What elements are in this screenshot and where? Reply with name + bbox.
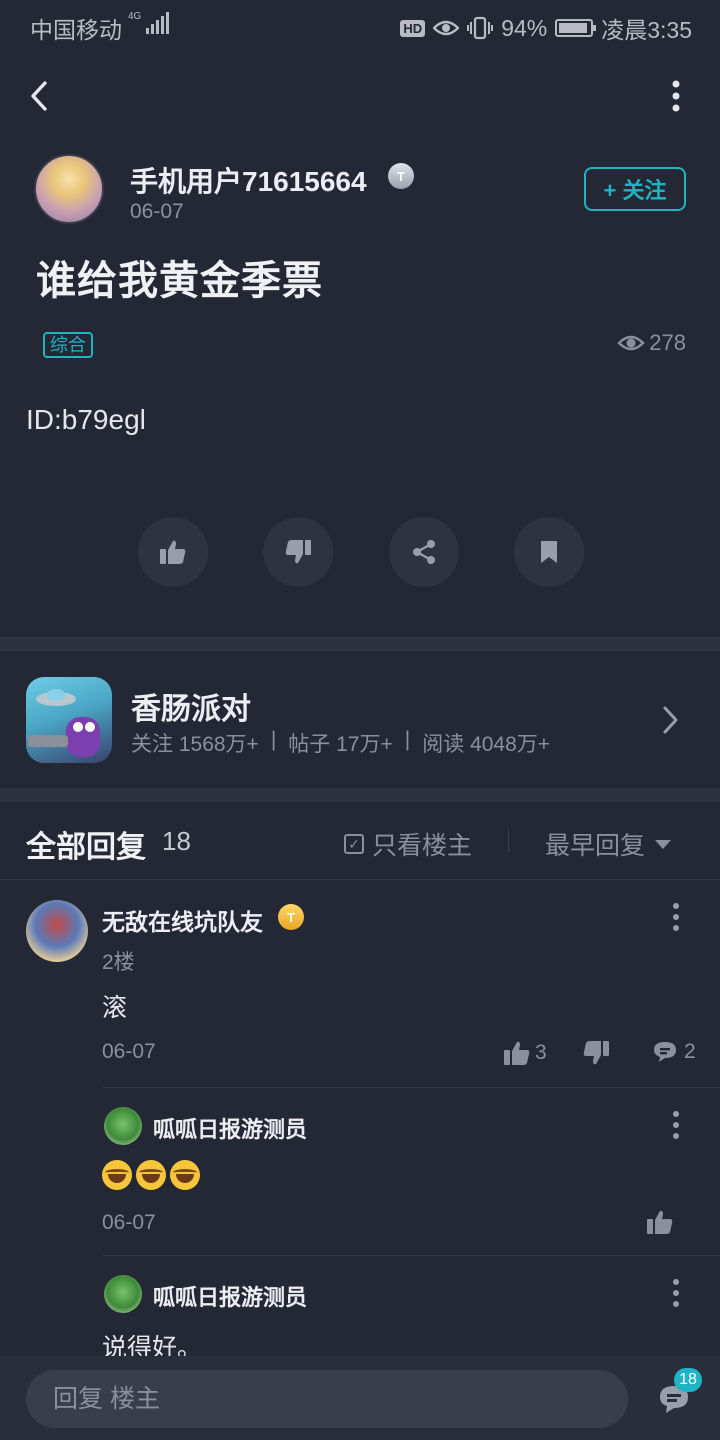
follow-label: + 关注 — [603, 178, 667, 203]
laughing-emoji-icon — [170, 1160, 200, 1191]
level-badge: T — [388, 163, 414, 189]
bookmark-icon — [540, 541, 557, 563]
divider — [0, 879, 720, 880]
commenter-avatar[interactable] — [26, 900, 88, 962]
vibrate-icon — [467, 16, 494, 40]
status-icons: HD 94% 凌晨3:35 — [400, 11, 692, 45]
divider — [102, 1255, 720, 1256]
dislike-button[interactable] — [263, 517, 334, 587]
replies-count: 18 — [162, 826, 191, 856]
post-date: 06-07 — [130, 200, 184, 223]
eye-icon — [617, 335, 645, 351]
like-count: 3 — [535, 1041, 547, 1064]
comment-reply-button[interactable]: 2 — [652, 1040, 696, 1064]
section-divider — [0, 637, 720, 651]
reply-author[interactable]: 呱呱日报游测员 — [153, 1112, 307, 1144]
thumbs-up-icon[interactable] — [646, 1209, 674, 1235]
chat-bubble-icon — [654, 1042, 676, 1062]
chevron-right-icon[interactable] — [660, 704, 680, 736]
reply-more-button[interactable] — [666, 1276, 686, 1310]
level-badge: T — [278, 904, 304, 930]
share-button[interactable] — [388, 517, 459, 587]
battery-fill — [559, 23, 588, 33]
floor-number: 2楼 — [102, 951, 135, 974]
chevron-left-icon — [31, 81, 47, 111]
thumbs-down-icon — [286, 540, 312, 564]
reply-text — [102, 1160, 204, 1191]
sort-label: 最早回复 — [545, 832, 646, 860]
reply-input[interactable]: 回复 楼主 — [26, 1370, 628, 1428]
comment-date: 06-07 — [102, 1040, 156, 1063]
like-button[interactable] — [138, 517, 208, 587]
stat-separator: | — [404, 728, 411, 751]
replies-title: 全部回复 — [26, 831, 146, 864]
author-avatar[interactable] — [34, 154, 104, 224]
view-count: 278 — [617, 330, 686, 356]
thumbs-down-icon[interactable] — [582, 1040, 610, 1066]
reply-avatar[interactable] — [104, 1275, 142, 1313]
stat-separator: | — [270, 728, 277, 751]
commenter-name[interactable]: 无敌在线坑队友 — [102, 903, 263, 937]
signal-icon: 4G — [128, 11, 170, 34]
reply-author[interactable]: 呱呱日报游测员 — [153, 1280, 307, 1312]
more-options-button[interactable] — [662, 76, 690, 116]
back-button[interactable] — [20, 76, 60, 116]
post-body: ID:b79egl — [26, 404, 146, 435]
reply-more-button[interactable] — [666, 1108, 686, 1142]
game-name[interactable]: 香肠派对 — [131, 684, 251, 728]
reply-avatar[interactable] — [104, 1107, 142, 1145]
laughing-emoji-row — [102, 1160, 204, 1191]
hd-icon: HD — [400, 19, 426, 37]
laughing-emoji-icon — [102, 1160, 132, 1191]
game-reads: 阅读 4048万+ — [422, 733, 551, 756]
game-posts: 帖子 17万+ — [288, 733, 393, 756]
follow-button[interactable]: + 关注 — [584, 167, 686, 211]
laughing-emoji-icon — [136, 1160, 166, 1191]
battery-icon — [555, 19, 597, 37]
only-op-label: 只看楼主 — [372, 832, 473, 860]
thumbs-up-icon — [160, 540, 186, 564]
carrier-label: 中国移动 — [30, 17, 122, 43]
post-title: 谁给我黄金季票 — [36, 259, 323, 303]
comment-more-button[interactable] — [666, 900, 686, 934]
bookmark-button[interactable] — [513, 517, 584, 587]
divider — [102, 1087, 720, 1088]
eye-comfort-icon — [433, 20, 460, 36]
clock: 凌晨3:35 — [601, 17, 692, 43]
thumbs-up-icon — [504, 1041, 530, 1065]
only-op-toggle[interactable]: ✓ 只看楼主 — [344, 826, 472, 862]
sort-dropdown[interactable]: 最早回复 — [545, 826, 672, 862]
network-type: 4G — [128, 11, 142, 22]
battery-percent: 94% — [501, 14, 548, 41]
checkbox-icon[interactable]: ✓ — [344, 834, 364, 854]
comment-like-button[interactable]: 3 — [503, 1040, 547, 1066]
caret-down-icon — [655, 839, 672, 849]
divider — [508, 830, 509, 852]
section-divider — [0, 788, 720, 802]
view-count-value: 278 — [649, 330, 686, 355]
reply-count: 2 — [684, 1040, 696, 1063]
category-tag[interactable]: 综合 — [43, 332, 93, 358]
game-followers: 关注 1568万+ — [131, 733, 259, 756]
comment-text: 滚 — [102, 994, 128, 1022]
game-stats: 关注 1568万+ | 帖子 17万+ | 阅读 4048万+ — [131, 728, 550, 758]
comments-badge: 18 — [674, 1368, 702, 1392]
status-bar: 中国移动 4G HD 94% 凌晨3:35 — [0, 0, 720, 50]
game-icon[interactable] — [26, 677, 112, 763]
post-actions — [138, 517, 584, 587]
author-name[interactable]: 手机用户71615664 — [130, 160, 367, 200]
reply-date: 06-07 — [102, 1211, 156, 1234]
share-icon — [412, 540, 435, 564]
